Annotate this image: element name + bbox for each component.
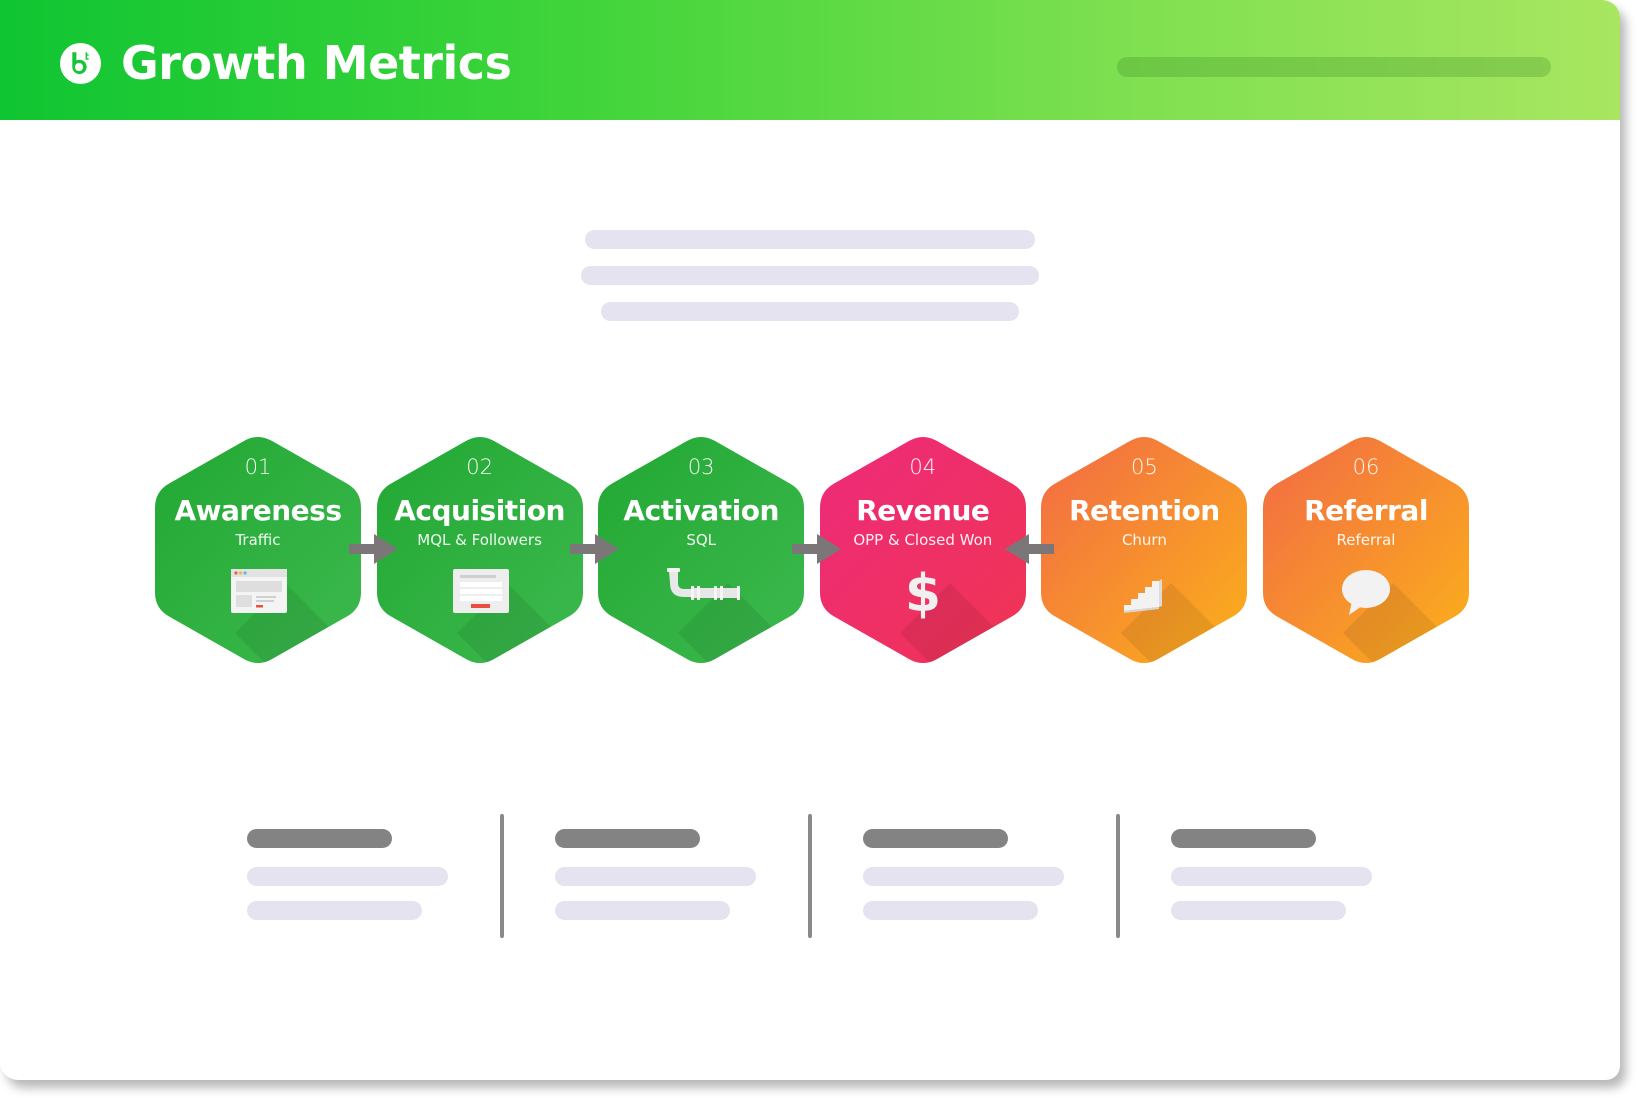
pipe-icon [667, 568, 741, 600]
funnel-stage-referral: 06 Referral Referral [1263, 433, 1469, 667]
summary-col-3-heading [863, 829, 1008, 848]
stage-number: 04 [909, 455, 937, 479]
summary-divider-3 [1116, 814, 1120, 938]
funnel-stage-activation: 03 Activation SQL [598, 433, 805, 667]
summary-col-4-heading [1171, 829, 1316, 848]
summary-col-2-line-1 [555, 867, 756, 886]
intro-line-1 [585, 230, 1035, 249]
header-bar: Growth Metrics [0, 0, 1620, 120]
stage-number: 05 [1131, 455, 1158, 479]
summary-col-2-line-2 [555, 901, 730, 920]
summary-col-1-line-2 [247, 901, 422, 920]
summary-col-1-line-1 [247, 867, 448, 886]
stairs-icon [1124, 579, 1163, 613]
stage-subtitle: Traffic [235, 531, 281, 549]
svg-text:$: $ [905, 564, 941, 624]
summary-col-4-line-2 [1171, 901, 1346, 920]
stage-number: 03 [687, 455, 715, 479]
arrow-left-icon [1004, 534, 1054, 564]
summary-col-4-line-1 [1171, 867, 1372, 886]
intro-line-2 [581, 266, 1039, 285]
summary-col-1-heading [247, 829, 392, 848]
summary-divider-1 [500, 814, 504, 938]
summary-col-3-line-1 [863, 867, 1064, 886]
stage-subtitle: MQL & Followers [417, 531, 542, 549]
stage-subtitle: Churn [1121, 531, 1167, 549]
summary-divider-2 [808, 814, 812, 938]
intro-line-3 [601, 302, 1019, 321]
stage-title: Retention [1069, 494, 1220, 527]
dollar-icon: $ [905, 564, 941, 624]
bt-logo-icon [60, 43, 101, 84]
stage-title: Acquisition [394, 494, 565, 527]
stage-number: 02 [466, 455, 493, 479]
stage-number: 01 [244, 455, 272, 479]
summary-col-3-line-2 [863, 901, 1038, 920]
arrow-right-icon [348, 534, 398, 564]
funnel-stage-revenue: 04 Revenue OPP & Closed Won $ [819, 433, 1026, 667]
arrow-right-icon [792, 534, 841, 564]
stage-subtitle: Referral [1336, 531, 1396, 549]
stage-subtitle: OPP & Closed Won [853, 531, 993, 549]
arrow-right-icon [570, 534, 620, 564]
signup-form-icon [452, 569, 509, 613]
browser-window-icon [231, 569, 287, 613]
brand-title: Growth Metrics [121, 36, 512, 90]
summary-col-2-heading [555, 829, 700, 848]
stage-title: Activation [623, 494, 779, 527]
page-frame: Growth Metrics 01 Awareness Traffic 02 Acqui… [0, 0, 1620, 1080]
stage-number: 06 [1352, 455, 1380, 479]
funnel-stage-retention: 05 Retention Churn [1041, 433, 1248, 667]
funnel-stage-acquisition: 02 Acquisition MQL & Followers [376, 433, 583, 667]
speech-bubble-icon [1342, 570, 1390, 615]
stage-title: Referral [1304, 494, 1428, 527]
stage-title: Awareness [174, 494, 343, 527]
funnel-stage-awareness: 01 Awareness Traffic [155, 433, 361, 667]
header-search-placeholder [1117, 57, 1551, 77]
stage-subtitle: SQL [686, 531, 717, 549]
stage-title: Revenue [856, 494, 990, 527]
